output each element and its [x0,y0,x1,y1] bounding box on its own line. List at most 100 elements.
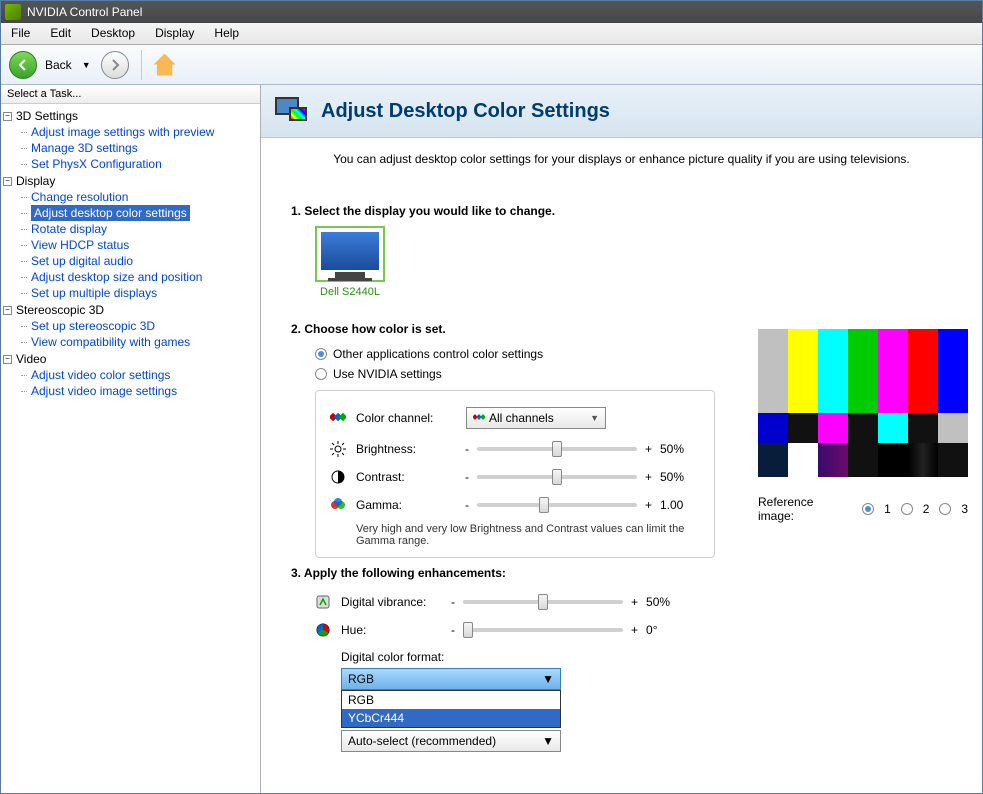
contrast-label: Contrast: [356,470,455,484]
home-button[interactable] [154,54,176,76]
radio-label: Other applications control color setting… [333,347,543,361]
display-thumbnail[interactable]: Dell S2440L [315,226,385,298]
back-label: Back [41,58,76,72]
ref-radio-1[interactable] [862,503,874,515]
tree-item[interactable]: Adjust desktop size and position [3,269,258,285]
gamma-slider[interactable] [477,503,637,507]
slider-plus: + [645,442,652,456]
tree-item[interactable]: Adjust image settings with preview [3,124,258,140]
contrast-icon [330,469,346,485]
page-description: You can adjust desktop color settings fo… [261,138,982,180]
color-bars-preview [758,329,968,477]
window-titlebar: NVIDIA Control Panel [1,1,982,23]
menu-file[interactable]: File [1,23,40,44]
digital-color-format-dropdown: RGB YCbCr444 [341,690,561,728]
back-button[interactable] [9,51,37,79]
menu-display[interactable]: Display [145,23,204,44]
chevron-down-icon: ▼ [542,734,554,748]
brightness-slider[interactable] [477,447,637,451]
hue-label: Hue: [341,623,441,637]
tree-twisty-icon[interactable]: − [3,112,12,121]
tree-category-label: 3D Settings [16,109,78,123]
navigation-toolbar: Back ▼ [1,45,982,85]
menu-desktop[interactable]: Desktop [81,23,145,44]
tree-item[interactable]: Set up stereoscopic 3D [3,318,258,334]
slider-plus: + [645,498,652,512]
slider-plus: + [645,470,652,484]
tree-item[interactable]: Rotate display [3,221,258,237]
combo-option-ycbcr444[interactable]: YCbCr444 [342,709,560,727]
vibrance-value: 50% [646,595,686,609]
tree-twisty-icon[interactable]: − [3,355,12,364]
toolbar-separator [141,50,142,80]
monitor-icon [315,226,385,282]
gamma-label: Gamma: [356,498,455,512]
sidebar-header: Select a Task... [1,85,260,104]
display-name: Dell S2440L [315,286,385,298]
slider-plus: + [631,595,638,609]
slider-minus: - [451,623,455,637]
combo-option-rgb[interactable]: RGB [342,691,560,709]
contrast-slider[interactable] [477,475,637,479]
step3-heading: 3. Apply the following enhancements: [291,566,952,580]
chevron-down-icon: ▼ [542,672,554,686]
tree-item[interactable]: Set up digital audio [3,253,258,269]
brightness-value: 50% [660,442,700,456]
color-settings-group: Color channel: All channels ▼ Brightness… [315,390,715,558]
ref-radio-2[interactable] [901,503,913,515]
tree-item[interactable]: Set PhysX Configuration [3,156,258,172]
brightness-label: Brightness: [356,442,455,456]
dcf-label: Digital color format: [315,650,715,664]
tree-item[interactable]: Change resolution [3,189,258,205]
tree-category[interactable]: −Stereoscopic 3D [3,302,258,318]
menubar: File Edit Desktop Display Help [1,23,982,45]
gamma-icon [330,497,346,513]
main-panel: Adjust Desktop Color Settings You can ad… [261,85,982,793]
gamma-note: Very high and very low Brightness and Co… [330,519,700,547]
menu-help[interactable]: Help [204,23,249,44]
ref-radio-3[interactable] [939,503,951,515]
forward-button[interactable] [101,51,129,79]
task-sidebar: Select a Task... −3D SettingsAdjust imag… [1,85,261,793]
tree-category[interactable]: −3D Settings [3,108,258,124]
tree-item[interactable]: Manage 3D settings [3,140,258,156]
output-dynamic-range-select[interactable]: Auto-select (recommended) ▼ [341,730,561,752]
tree-item[interactable]: Adjust video color settings [3,367,258,383]
reference-image-panel: Reference image: 1 2 3 [758,329,968,523]
back-dropdown[interactable]: ▼ [80,60,97,70]
radio-icon [315,348,327,360]
color-channel-label: Color channel: [356,411,456,425]
radio-label: Use NVIDIA settings [333,367,442,381]
tree-item[interactable]: Adjust desktop color settings [31,205,190,221]
color-channel-select[interactable]: All channels ▼ [466,407,606,429]
tree-twisty-icon[interactable]: − [3,177,12,186]
contrast-value: 50% [660,470,700,484]
slider-minus: - [451,595,455,609]
gamma-value: 1.00 [660,498,700,512]
tree-item[interactable]: Adjust video image settings [3,383,258,399]
tree-item[interactable]: Set up multiple displays [3,285,258,301]
tree-category-label: Video [16,352,46,366]
slider-minus: - [465,442,469,456]
tree-category-label: Stereoscopic 3D [16,303,104,317]
brightness-icon [330,441,346,457]
tree-twisty-icon[interactable]: − [3,306,12,315]
tree-category-label: Display [16,174,55,188]
page-header-icon [275,93,311,129]
hue-value: 0° [646,623,686,637]
hue-slider[interactable] [463,628,623,632]
page-header: Adjust Desktop Color Settings [261,85,982,138]
tree-category[interactable]: −Video [3,351,258,367]
digital-color-format-select[interactable]: RGB ▼ [341,668,561,690]
tree-item[interactable]: View compatibility with games [3,334,258,350]
step1-heading: 1. Select the display you would like to … [291,204,952,218]
vibrance-icon [315,594,331,610]
tree-item[interactable]: View HDCP status [3,237,258,253]
tree-category[interactable]: −Display [3,173,258,189]
slider-plus: + [631,623,638,637]
slider-minus: - [465,498,469,512]
slider-minus: - [465,470,469,484]
menu-edit[interactable]: Edit [40,23,81,44]
vibrance-slider[interactable] [463,600,623,604]
reference-image-label: Reference image: [758,495,852,523]
